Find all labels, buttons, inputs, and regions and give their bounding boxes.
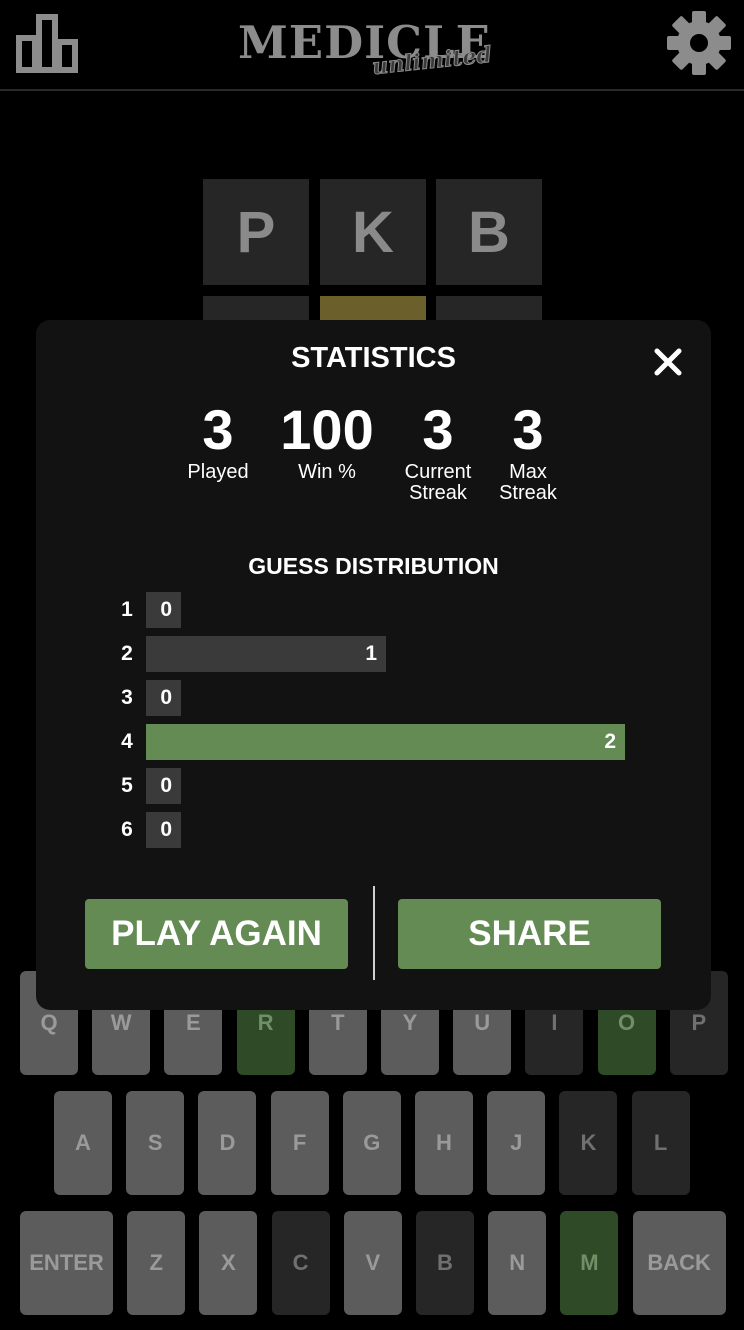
distribution-row: 10 — [112, 592, 672, 628]
statistics-modal: STATISTICS 3 Played 100 Win % 3 Current … — [36, 320, 711, 1010]
distribution-row: 30 — [112, 680, 672, 716]
key-s[interactable]: S — [126, 1091, 185, 1195]
distribution-guess-number: 3 — [121, 686, 133, 709]
share-button[interactable]: SHARE — [398, 899, 661, 969]
key-f[interactable]: F — [270, 1091, 329, 1195]
logo: MEDICLE unlimited — [238, 14, 528, 84]
distribution-guess-number: 4 — [121, 730, 133, 753]
stat-value: 3 — [202, 398, 234, 461]
key-n[interactable]: N — [488, 1211, 547, 1315]
header: MEDICLE unlimited — [0, 0, 744, 91]
divider — [373, 886, 375, 980]
distribution-row: 60 — [112, 812, 672, 848]
distribution-guess-number: 1 — [121, 598, 133, 621]
stat-value: 3 — [512, 398, 544, 461]
distribution-guess-number: 6 — [121, 818, 133, 841]
stat-value: 3 — [422, 398, 454, 461]
board-tile: P — [203, 179, 309, 285]
key-d[interactable]: D — [198, 1091, 257, 1195]
distribution-row: 50 — [112, 768, 672, 804]
board-tile: K — [320, 179, 426, 285]
key-x[interactable]: X — [199, 1211, 258, 1315]
game-screen: MEDICLE unlimited P K B Q W E R T Y U I … — [0, 0, 744, 1330]
key-z[interactable]: Z — [127, 1211, 186, 1315]
key-k[interactable]: K — [559, 1091, 618, 1195]
stat-max-streak: 3 Max Streak — [488, 400, 568, 504]
play-again-button[interactable]: PLAY AGAIN — [85, 899, 348, 969]
distribution-bar: 0 — [146, 768, 181, 804]
bar-chart-icon[interactable] — [16, 12, 78, 74]
key-back[interactable]: BACK — [632, 1211, 726, 1315]
stat-label: Current Streak — [404, 461, 472, 504]
stat-label: Played — [187, 461, 249, 483]
distribution-title: GUESS DISTRIBUTION — [248, 553, 499, 579]
distribution-row: 21 — [112, 636, 672, 672]
distribution-row: 42 — [112, 724, 672, 760]
distribution-bar: 1 — [146, 636, 386, 672]
distribution-bar: 2 — [146, 724, 625, 760]
key-l[interactable]: L — [631, 1091, 690, 1195]
key-v[interactable]: V — [343, 1211, 402, 1315]
key-a[interactable]: A — [54, 1091, 112, 1195]
key-c[interactable]: C — [271, 1211, 330, 1315]
modal-title: STATISTICS — [291, 342, 456, 374]
distribution-bar: 0 — [146, 812, 181, 848]
stat-played: 3 Played — [163, 400, 273, 483]
distribution-guess-number: 2 — [121, 642, 133, 665]
stat-current-streak: 3 Current Streak — [382, 400, 494, 504]
gear-icon[interactable] — [664, 8, 734, 78]
key-enter[interactable]: ENTER — [20, 1211, 113, 1315]
close-icon[interactable] — [648, 342, 688, 382]
stat-label: Max Streak — [499, 461, 557, 504]
key-h[interactable]: H — [415, 1091, 473, 1195]
distribution-bar: 0 — [146, 592, 181, 628]
key-g[interactable]: G — [342, 1091, 401, 1195]
stat-win-percent: 100 Win % — [272, 400, 382, 483]
key-m[interactable]: M — [560, 1211, 619, 1315]
key-j[interactable]: J — [487, 1091, 546, 1195]
stat-value: 100 — [280, 398, 374, 461]
stat-label: Win % — [298, 461, 356, 483]
key-b[interactable]: B — [416, 1211, 474, 1315]
distribution-guess-number: 5 — [121, 774, 133, 797]
board-tile: B — [436, 179, 542, 285]
distribution-bar: 0 — [146, 680, 181, 716]
